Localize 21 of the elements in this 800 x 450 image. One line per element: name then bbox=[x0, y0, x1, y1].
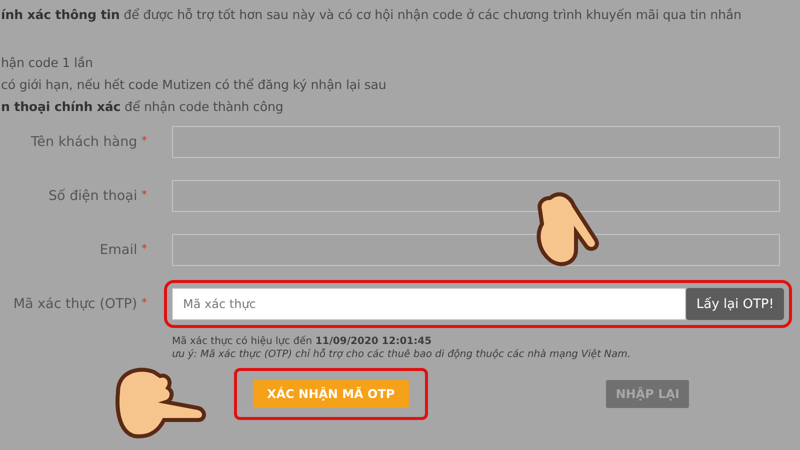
confirm-otp-button[interactable]: XÁC NHẬN MÃ OTP bbox=[253, 380, 409, 408]
resend-otp-button[interactable]: Lấy lại OTP! bbox=[686, 288, 784, 320]
reset-button[interactable]: NHẬP LẠI bbox=[606, 380, 690, 408]
note-text: n thoại chính xác để nhận code thành công bbox=[1, 98, 284, 116]
field-label: Email bbox=[100, 242, 138, 258]
input-field[interactable] bbox=[172, 234, 780, 266]
input-field[interactable] bbox=[172, 126, 780, 158]
warning-text: ưu ý: Mã xác thực (OTP) chỉ hỗ trợ cho các thuê bao di động thuộc các nhà mạng Việt Nam. bbox=[172, 349, 632, 360]
field-label: Mã xác thực (OTP) bbox=[13, 296, 138, 312]
field-label: Tên khách hàng bbox=[30, 134, 138, 150]
input-field[interactable] bbox=[172, 180, 780, 212]
field-label: Số điện thoại bbox=[48, 188, 138, 204]
note-text: có giới hạn, nếu hết code Mutizen có thể đăng ký nhận lại sau bbox=[1, 76, 388, 94]
otp-input-field[interactable]: Mã xác thực bbox=[172, 288, 686, 320]
intro-text: ính xác thông tin để được hỗ trợ tốt hơn sau này và có cơ hội nhận code ở các chương trình khuyến mãi qua tin nhắn bbox=[1, 6, 742, 24]
required-mark: * bbox=[142, 296, 147, 309]
note-text: hận code 1 lần bbox=[1, 54, 94, 72]
required-mark: * bbox=[142, 188, 147, 201]
required-mark: * bbox=[142, 134, 147, 147]
validity-text: Mã xác thực có hiệu lực đến 11/09/2020 12:01:45 bbox=[172, 336, 433, 347]
required-mark: * bbox=[142, 242, 147, 255]
